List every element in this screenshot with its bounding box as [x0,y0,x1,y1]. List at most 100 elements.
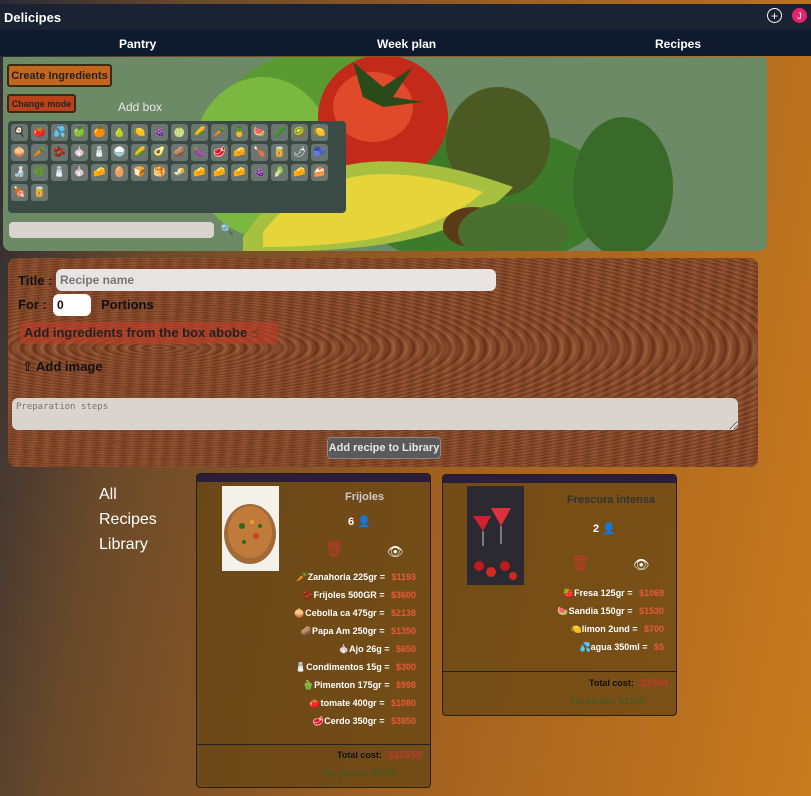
eye-icon[interactable]: 👁 [387,544,404,560]
ingredient-tile[interactable]: 🍇 [251,164,268,181]
ingredient-cost: $5 [653,642,664,652]
ingredient-tile[interactable]: 🧂 [51,164,68,181]
ingredient-tile[interactable]: 🍚 [111,144,128,161]
ingredient-name: agua [590,642,612,652]
ingredient-tile[interactable]: 🥕 [211,124,228,141]
ingredient-tile[interactable]: 🍍 [231,124,248,141]
ingredient-tile[interactable]: 🥩 [211,144,228,161]
ingredient-qty: 125gr [600,588,625,598]
ingredient-tile[interactable]: 🍋 [131,124,148,141]
recipe-card[interactable]: Frijoles 6 👤 🗑 👁 🥕Zanahoria 225gr = $119… [196,473,431,788]
ingredient-tile[interactable]: 💦 [51,124,68,141]
ingredient-name: Zanahoria [307,572,351,582]
ingredient-tile[interactable]: 🥬 [271,164,288,181]
ingredient-line: 💦agua 350ml = $5 [579,642,664,652]
ingredient-tile[interactable]: 🧀 [211,164,228,181]
ingredient-tile[interactable]: 🧄 [71,144,88,161]
ingredient-tile[interactable]: 🍈 [171,124,188,141]
ingredient-tile[interactable]: 🍖 [11,184,28,201]
nav-item-recipes[interactable]: Recipes [655,37,701,51]
add-ingredients-dropzone[interactable]: Add ingredients from the box abobe ☝ [20,322,278,344]
ingredient-tile[interactable]: 🥫 [271,144,288,161]
main-nav: Pantry Week plan Recipes [0,30,811,56]
per-person-cost: Per person: $1652 [570,696,645,706]
create-ingredients-button[interactable]: Create Ingredients [7,64,112,87]
recipe-name-input[interactable] [56,269,496,291]
ingredient-tile[interactable]: 🍐 [111,124,128,141]
nav-item-pantry[interactable]: Pantry [119,37,156,51]
ingredient-tile[interactable]: 🍰 [311,164,328,181]
nav-item-week-plan[interactable]: Week plan [377,37,436,51]
recipe-card[interactable]: Frescura intensa 2 👤 🗑 👁 🍓Fresa 125gr = … [442,474,677,716]
ingredient-tile[interactable]: 🍅 [31,124,48,141]
preparation-steps-input[interactable] [12,398,738,430]
ingredient-search-input[interactable] [9,222,214,238]
ingredient-tile[interactable]: 🧀 [291,164,308,181]
card-header-strip [443,475,676,483]
ingredient-tile[interactable]: 🥝 [291,124,308,141]
ingredient-tile[interactable]: 🥞 [151,164,168,181]
avatar[interactable]: J [792,8,807,23]
ingredient-tile[interactable]: 🥫 [31,184,48,201]
trash-icon[interactable]: 🗑 [325,540,344,558]
ingredient-qty: 26g [366,644,382,654]
add-image-button[interactable]: ⇧ Add image [22,359,103,375]
portions-input[interactable] [53,294,91,316]
ingredient-cost: $1530 [638,606,664,616]
ingredient-tile[interactable]: 🍊 [91,124,108,141]
ingredient-tile[interactable]: 🧈 [171,164,188,181]
ingredient-tile[interactable]: 🫘 [51,144,68,161]
eye-icon[interactable]: 👁 [633,557,650,573]
ingredient-tile[interactable]: 🥔 [171,144,188,161]
ingredient-tile[interactable]: 🥚 [111,164,128,181]
ingredient-tile[interactable]: 🧅 [11,144,28,161]
recipe-portions: 6 👤 [348,516,371,528]
change-mode-button[interactable]: Change mode [7,94,76,113]
ingredient-name: Fresa [574,588,599,598]
ingredient-tile[interactable]: 🍉 [251,124,268,141]
ingredient-tile[interactable]: 🌽 [191,124,208,141]
ingredient-tile[interactable]: 🥒 [271,124,288,141]
ingredient-tile[interactable]: 🍆 [191,144,208,161]
ingredient-tile[interactable]: 🌽 [131,144,148,161]
ingredient-tile[interactable]: 🍶 [11,164,28,181]
ingredient-name: Frijoles [313,590,346,600]
ingredient-tile[interactable]: 🍏 [71,124,88,141]
library-heading: All Recipes Library [99,486,157,553]
ingredient-cost: $1080 [390,698,416,708]
ingredient-tile[interactable]: 🍇 [151,124,168,141]
ingredient-tile[interactable]: 🌿 [31,164,48,181]
ingredient-qty: 175gr [357,680,382,690]
ingredient-tile[interactable]: 🥕 [31,144,48,161]
ingredient-tile[interactable]: 🧀 [231,164,248,181]
trash-icon[interactable]: 🗑 [571,554,590,572]
ingredient-qty: 350ml [614,642,640,652]
add-recipe-to-library-button[interactable]: Add recipe to Library [327,437,441,459]
ingredient-qty: 475gr [352,608,377,618]
ingredient-tile[interactable]: 🥑 [151,144,168,161]
add-icon[interactable]: + [767,8,782,23]
ingredient-tile[interactable]: 🧀 [91,164,108,181]
ingredient-tile[interactable]: 🧀 [191,164,208,181]
ingredient-tile[interactable]: 🧂 [91,144,108,161]
ingredient-tile[interactable]: 🫐 [311,144,328,161]
ingredient-tile[interactable]: 🍞 [131,164,148,181]
ingredient-tile[interactable]: 🧄 [71,164,88,181]
title-label: Title : [18,273,53,288]
ingredient-tile[interactable]: 🧀 [231,144,248,161]
ingredient-tile[interactable]: 🍗 [251,144,268,161]
ingredient-tile[interactable]: 🌶 [291,144,308,161]
total-cost: Total cost: $3304 [589,678,669,689]
header-actions: + J [767,8,807,23]
ingredient-qty: 2und [608,624,630,634]
recipe-title: Frescura intensa [567,494,656,506]
ingredient-tile[interactable]: 🍳 [11,124,28,141]
card-header-strip [197,474,430,482]
ingredient-line: 🥕Zanahoria 225gr = $1193 [296,572,416,582]
ingredient-tile[interactable]: 🍋 [311,124,328,141]
ingredient-cost: $650 [395,644,416,654]
search-icon[interactable]: 🔍 [220,223,234,236]
ingredient-name: Sandia [568,606,599,616]
ingredient-box: 🍳 🍅 💦 🍏 🍊 🍐 🍋 🍇 🍈 🌽 🥕 🍍 🍉 🥒 🥝 🍋 🧅 🥕 🫘 🧄 🧂 🍚 🌽 🥑 🥔 🍆 🥩 🧀 🍗 🥫 🌶 🫐 🍶 🌿 🧂 🧄 🧀 🥚 🍞 🥞… [8,121,346,213]
divider [197,744,430,745]
